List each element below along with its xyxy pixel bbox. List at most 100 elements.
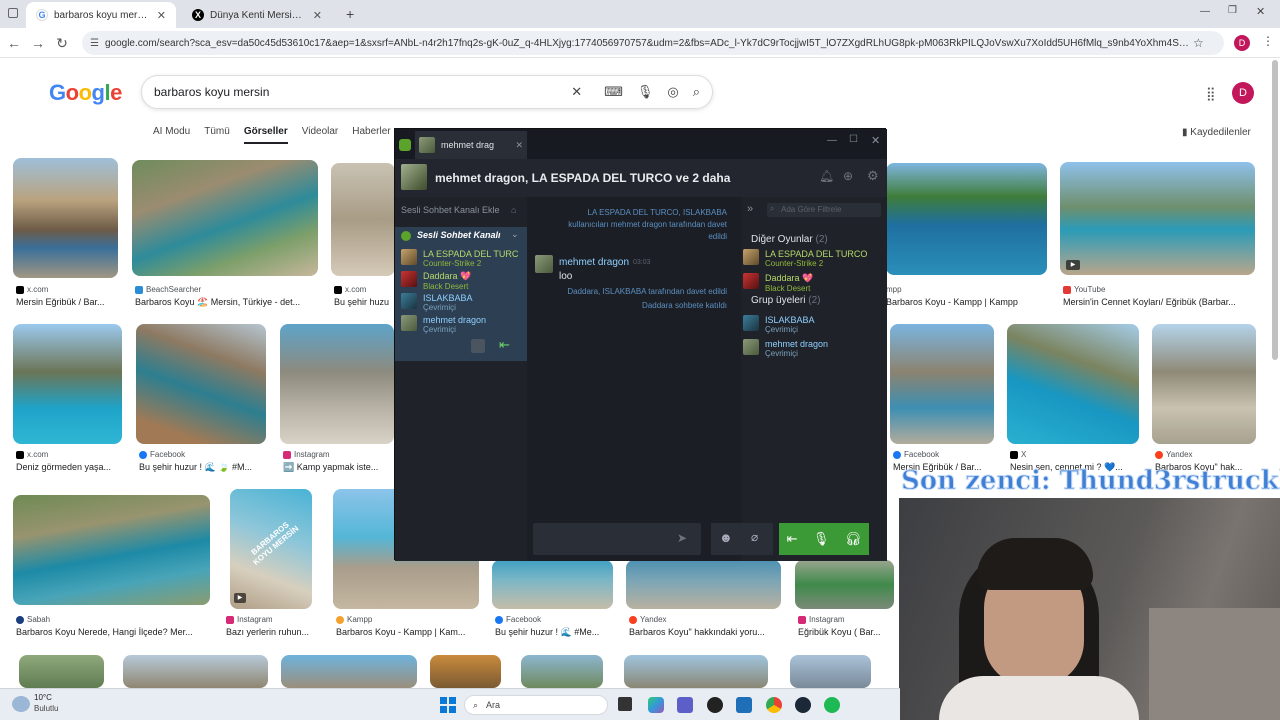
google-search-box[interactable]: barbaros koyu mersin ✕ ⌨ 🎙 ◎ ⌕: [141, 75, 713, 109]
image-result[interactable]: [521, 655, 603, 688]
reload-icon[interactable]: ↻: [52, 33, 72, 53]
image-result[interactable]: [1152, 324, 1256, 444]
send-icon[interactable]: ➤: [677, 531, 687, 545]
browser-menu-icon[interactable]: ⋮: [1262, 34, 1274, 48]
address-bar[interactable]: ☰ google.com/search?sca_esv=da50c45d5361…: [82, 31, 1224, 55]
image-result[interactable]: [13, 158, 118, 278]
message-author[interactable]: mehmet dragon: [559, 257, 629, 268]
result-caption[interactable]: Barbaros Koyu - Kampp | Kampp: [886, 297, 1046, 307]
microphone-icon[interactable]: 🎙: [637, 84, 654, 100]
image-result[interactable]: [280, 324, 394, 444]
image-result[interactable]: [1007, 324, 1139, 444]
weather-cloud-icon[interactable]: [12, 696, 30, 712]
teams-icon[interactable]: [677, 697, 693, 713]
image-result[interactable]: ▶: [1060, 162, 1255, 275]
close-window-icon[interactable]: ✕: [1256, 5, 1265, 18]
result-caption[interactable]: Barbaros Koyu 🏖️ Mersin, Türkiye - det..…: [135, 297, 317, 308]
image-result[interactable]: [886, 163, 1047, 275]
image-result[interactable]: [123, 655, 268, 688]
weather-desc[interactable]: Bulutlu: [34, 704, 58, 713]
voice-member[interactable]: mehmet dragon Çevrimiçi: [401, 315, 486, 334]
weather-temp[interactable]: 10°C: [34, 693, 52, 702]
settings-gear-icon[interactable]: ⚙: [867, 168, 879, 184]
voice-member[interactable]: Daddara 💖 Black Desert: [401, 271, 471, 291]
voice-member[interactable]: ISLAKBABA Çevrimiçi: [401, 293, 473, 312]
site-info-icon[interactable]: ☰: [90, 38, 99, 49]
restore-icon[interactable]: ❐: [1228, 5, 1237, 16]
result-caption[interactable]: Mersin Eğribük / Bar...: [16, 297, 116, 307]
tab-images[interactable]: Görseller: [243, 126, 288, 144]
chrome-icon[interactable]: [766, 697, 782, 713]
tab-all[interactable]: Tümü: [204, 126, 230, 144]
search-icon[interactable]: ⌕: [693, 84, 700, 100]
maximize-icon[interactable]: ☐: [849, 134, 858, 145]
result-caption[interactable]: Barbaros Koyu Nerede, Hangi İlçede? Mer.…: [16, 627, 208, 637]
collapse-list-icon[interactable]: »: [747, 203, 753, 215]
image-result[interactable]: [795, 560, 894, 609]
image-result[interactable]: [13, 495, 210, 605]
lens-icon[interactable]: ◎: [667, 84, 678, 100]
image-result[interactable]: [132, 160, 318, 276]
close-window-icon[interactable]: ✕: [871, 134, 880, 147]
image-result[interactable]: [492, 560, 613, 609]
browser-tab-active[interactable]: G barbaros koyu mersin - Google ✕: [26, 2, 176, 28]
store-icon[interactable]: [736, 697, 752, 713]
image-result[interactable]: [136, 324, 266, 444]
result-caption[interactable]: Deniz görmeden yaşa...: [16, 462, 120, 472]
new-tab-button[interactable]: +: [346, 6, 354, 22]
bookmark-star-icon[interactable]: ☆: [1193, 36, 1204, 50]
image-result[interactable]: [430, 655, 501, 688]
member-item[interactable]: mehmet dragon Çevrimiçi: [743, 339, 828, 358]
apps-grid-icon[interactable]: ⣿: [1206, 86, 1216, 102]
leave-voice-icon[interactable]: ⇤: [499, 337, 510, 353]
tab-news[interactable]: Haberler: [352, 126, 390, 144]
result-caption[interactable]: Mersin'in Cennet Koyları/ Eğribük (Barba…: [1063, 297, 1255, 307]
search-input[interactable]: barbaros koyu mersin: [154, 85, 557, 99]
member-item[interactable]: Daddara 💖 Black Desert: [743, 273, 813, 293]
tab-search-icon[interactable]: [8, 8, 18, 18]
image-result[interactable]: [13, 324, 122, 444]
task-view-icon[interactable]: [618, 697, 632, 711]
page-scrollbar[interactable]: [1272, 60, 1278, 360]
add-voice-channel[interactable]: Sesli Sohbet Kanalı Ekle: [401, 205, 500, 215]
member-filter-input[interactable]: ⌕ Ada Göre Filtrele: [767, 203, 881, 217]
keyboard-icon[interactable]: ⌨: [604, 84, 623, 100]
taskbar-search[interactable]: ⌕ Ara: [464, 695, 608, 715]
emoticon-icon[interactable]: ☻: [719, 530, 733, 545]
member-item[interactable]: LA ESPADA DEL TURCO Counter-Strike 2: [743, 249, 867, 268]
image-result[interactable]: [626, 560, 781, 609]
voice-settings-icon[interactable]: [471, 339, 485, 353]
spotify-icon[interactable]: [824, 697, 840, 713]
chevron-down-icon[interactable]: ⌄: [511, 229, 519, 240]
avatar[interactable]: D: [1232, 82, 1254, 104]
browser-tab[interactable]: X Dünya Kenti Mersin 🇹🇷 on X: "M ✕: [182, 2, 332, 28]
bell-icon[interactable]: 🔔︎: [819, 169, 834, 183]
image-result[interactable]: BARBAROS KOYU MERSİN ▶: [230, 489, 312, 609]
member-item[interactable]: ISLAKBABA Çevrimiçi: [743, 315, 815, 334]
result-caption[interactable]: Barbaros Koyu" hakkındaki yoru...: [629, 627, 781, 637]
message-avatar[interactable]: [535, 255, 553, 273]
saved-link[interactable]: ▮ Kaydedilenler: [1182, 127, 1251, 138]
app-icon[interactable]: [707, 697, 723, 713]
result-caption[interactable]: Bu şehir huzur ! 🌊 🍃 #M...: [139, 462, 265, 473]
image-result[interactable]: [281, 655, 417, 688]
microphone-icon[interactable]: 🎙︎: [813, 531, 830, 547]
forward-icon[interactable]: →: [28, 33, 48, 53]
google-logo[interactable]: Google: [49, 80, 122, 106]
profile-avatar[interactable]: D: [1234, 35, 1250, 51]
add-friend-icon[interactable]: ⊕: [843, 169, 853, 183]
copilot-icon[interactable]: [648, 697, 664, 713]
result-caption[interactable]: Eğribük Koyu ( Bar...: [798, 627, 894, 637]
image-result[interactable]: [890, 324, 994, 444]
clear-icon[interactable]: ✕: [571, 84, 582, 100]
chat-tab[interactable]: mehmet drag ✕: [415, 131, 527, 159]
windows-start-icon[interactable]: [440, 697, 456, 713]
minimize-icon[interactable]: —: [1200, 6, 1210, 17]
result-caption[interactable]: ➡️ Kamp yapmak iste...: [283, 462, 393, 473]
attach-icon[interactable]: ⌀: [751, 530, 758, 544]
result-caption[interactable]: Bu şehir huzu: [334, 297, 394, 307]
tab-videos[interactable]: Videolar: [302, 126, 339, 144]
image-result[interactable]: [331, 163, 395, 276]
result-caption[interactable]: Bazı yerlerin ruhun...: [226, 627, 318, 637]
tab-ai-mode[interactable]: AI Modu: [153, 126, 190, 144]
